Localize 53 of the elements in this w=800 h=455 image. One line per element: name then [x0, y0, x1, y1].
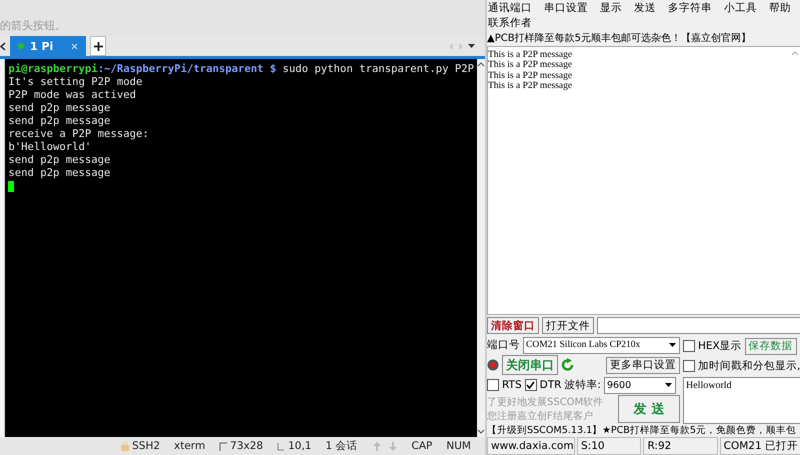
terminal-line: send p2p message — [8, 115, 110, 128]
menu-item[interactable]: 发送 — [634, 0, 656, 14]
more-settings-button[interactable]: 更多串口设置 — [606, 356, 680, 374]
status-text: 73x28 — [230, 440, 264, 452]
status-text: SSH2 — [132, 440, 160, 452]
menu-item[interactable]: 显示 — [600, 0, 622, 14]
status-text: NUM — [446, 440, 471, 452]
menu-item[interactable]: 帮助 — [769, 0, 791, 14]
save-data-button[interactable]: 保存数据 — [744, 338, 797, 354]
send-text-field[interactable]: Helloworld — [683, 377, 800, 424]
terminal-line: send p2p message — [8, 154, 110, 167]
terminal-line: It's setting P2P mode — [8, 76, 142, 89]
menu-item[interactable]: 串口设置 — [544, 0, 588, 14]
menu-item[interactable]: 联系作者 — [488, 16, 532, 30]
status-text: CAP — [412, 440, 432, 452]
terminal-line: send p2p message — [8, 167, 110, 180]
hint-text: 的箭头按钮。 — [0, 18, 66, 34]
status-text: R:92 — [643, 437, 718, 455]
menu-item[interactable]: 小工具 — [724, 0, 757, 14]
terminal-line: receive a P2P message: — [8, 128, 149, 141]
notice-text: 了更好地发展SSCOM软件 — [487, 396, 604, 409]
clear-window-button[interactable]: 清除窗口 — [487, 317, 539, 334]
send-button[interactable]: 发 送 — [618, 395, 680, 423]
status-text: xterm — [174, 440, 206, 452]
notice-text: 您注册嘉立创F结尾客户 — [487, 410, 594, 423]
checkbox-label: 加时间戳和分包显示, — [698, 359, 800, 373]
status-text: 1 会话 — [326, 439, 358, 453]
close-port-button[interactable]: 关闭串口 — [502, 355, 558, 375]
terminal-line: send p2p message — [8, 102, 110, 115]
promo-text: 【升级到SSCOM5.13.1】★PCB打样降至每款5元，免颜色费，顺丰包 — [487, 424, 797, 437]
received-line: This is a P2P message — [488, 81, 574, 92]
checkbox-label: RTS — [502, 379, 522, 391]
status-text: www.daxia.com — [487, 437, 575, 455]
ad-link[interactable]: ▲PCB打样降至每款5元顺丰包邮可选杂色！【嘉立创官网】 — [487, 30, 800, 46]
terminal-line: P2P mode was actived — [8, 89, 136, 102]
status-text: S:10 — [577, 437, 642, 455]
checkbox-label: HEX显示 — [698, 339, 742, 353]
baud-select[interactable]: 9600 — [604, 376, 676, 394]
received-line: This is a P2P message — [488, 70, 574, 81]
terminal-line: b'Helloworld' — [8, 141, 92, 154]
session-tab[interactable]: 1 Pi — [10, 36, 86, 56]
terminal-line: pi@raspberrypi:~/RaspberryPi/transparent $ sudo python transparent.py P2P — [8, 63, 474, 76]
received-line: This is a P2P message — [488, 60, 574, 71]
status-text: 10,1 — [288, 440, 312, 452]
baud-label: 波特率: — [564, 378, 601, 392]
menu-item[interactable]: 多字符串 — [668, 0, 712, 14]
port-select[interactable]: COM21 Silicon Labs CP210x — [523, 336, 680, 354]
received-line: This is a P2P message — [488, 50, 574, 60]
menu-item[interactable]: 通讯端口 — [488, 0, 532, 14]
port-label: 端口号 — [487, 338, 520, 352]
status-text: COM21 已打开 — [720, 437, 800, 455]
open-file-button[interactable]: 打开文件 — [542, 317, 594, 334]
checkbox-label: DTR — [540, 379, 562, 391]
